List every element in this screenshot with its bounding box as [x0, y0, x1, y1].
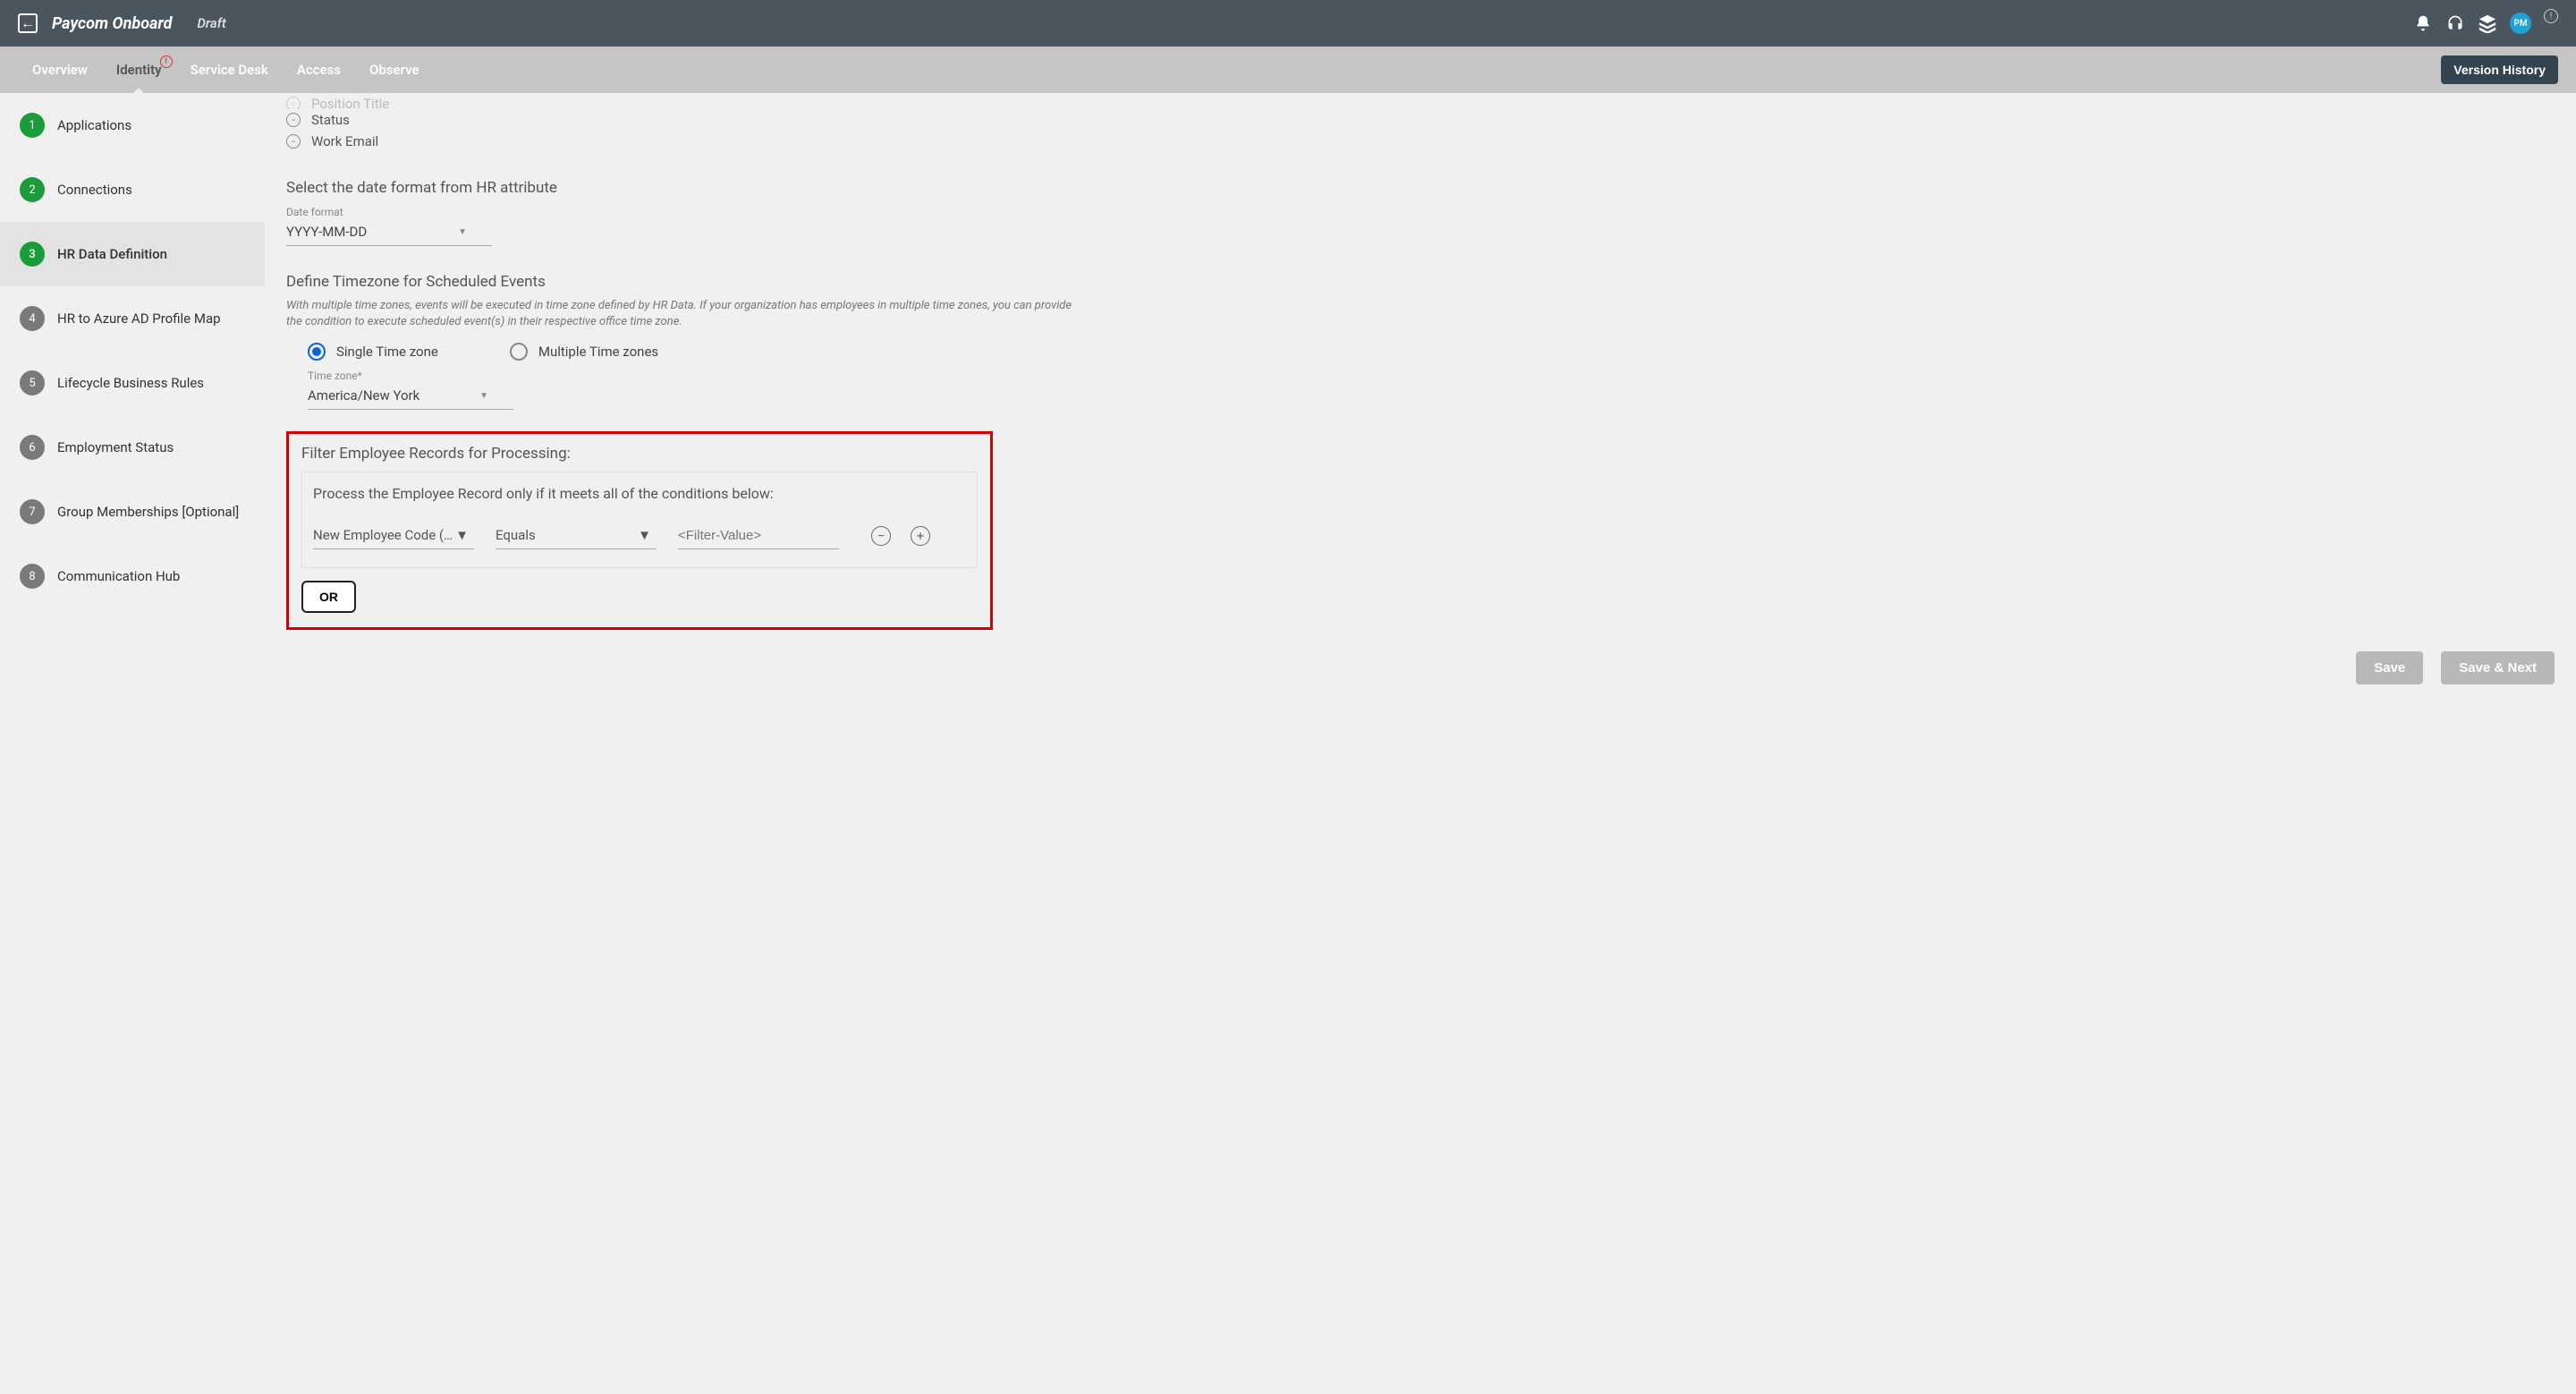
conditions-box: Process the Employee Record only if it m… [301, 472, 978, 568]
attr-row: − Status [286, 109, 2555, 131]
date-format-label: Date format [286, 206, 2555, 218]
condition-attribute-value: New Employee Code (… [313, 527, 453, 543]
remove-attr-icon[interactable]: − [286, 97, 301, 109]
sidebar-item-lifecycle-rules[interactable]: 5 Lifecycle Business Rules [0, 351, 265, 415]
step-label: HR Data Definition [57, 246, 167, 262]
add-condition-icon[interactable]: + [911, 526, 930, 546]
step-label: Communication Hub [57, 568, 180, 584]
tab-service-desk[interactable]: Service Desk [176, 47, 283, 93]
tab-access[interactable]: Access [283, 47, 355, 93]
app-title: Paycom Onboard [52, 14, 172, 33]
condition-operator-select[interactable]: Equals ▼ [496, 523, 657, 549]
content-area: − Position Title − Status − Work Email S… [265, 93, 2576, 1394]
sidebar-item-hr-data-definition[interactable]: 3 HR Data Definition [0, 222, 265, 286]
info-icon[interactable]: ! [2544, 9, 2558, 23]
back-icon[interactable]: ← [18, 13, 38, 33]
step-number: 8 [20, 564, 45, 589]
sidebar-item-connections[interactable]: 2 Connections [0, 157, 265, 222]
app-header: ← Paycom Onboard Draft PM ! [0, 0, 2576, 47]
attr-row: − Work Email [286, 131, 2555, 152]
step-label: Connections [57, 182, 132, 198]
header-actions: PM ! [2413, 13, 2558, 34]
radio-icon [510, 343, 528, 361]
remove-condition-icon[interactable]: − [871, 526, 891, 546]
timezone-select[interactable]: America/New York ▼ [308, 384, 513, 410]
sidebar-item-communication-hub[interactable]: 8 Communication Hub [0, 544, 265, 608]
chevron-down-icon: ▼ [638, 527, 651, 543]
step-number: 1 [20, 113, 45, 138]
step-label: Applications [57, 117, 131, 133]
step-number: 3 [20, 242, 45, 267]
footer-actions: Save Save & Next [286, 646, 2555, 690]
step-number: 2 [20, 177, 45, 202]
step-number: 6 [20, 435, 45, 460]
version-history-button[interactable]: Version History [2441, 55, 2558, 84]
step-label: Employment Status [57, 439, 174, 455]
tab-overview[interactable]: Overview [18, 47, 102, 93]
step-number: 5 [20, 370, 45, 395]
radio-icon [308, 343, 326, 361]
attr-row: − Position Title [286, 93, 2555, 109]
radio-label: Multiple Time zones [538, 344, 658, 360]
save-next-button[interactable]: Save & Next [2441, 651, 2555, 684]
draft-status: Draft [197, 15, 225, 31]
condition-attribute-select[interactable]: New Employee Code (… ▼ [313, 523, 474, 549]
tabs-bar: Overview Identity ! Service Desk Access … [0, 47, 2576, 93]
sidebar-item-applications[interactable]: 1 Applications [0, 93, 265, 157]
attr-label: Status [311, 112, 350, 128]
remove-attr-icon[interactable]: − [286, 134, 301, 149]
condition-value-input[interactable] [678, 524, 839, 549]
timezone-title: Define Timezone for Scheduled Events [286, 273, 2555, 291]
chevron-down-icon: ▼ [458, 227, 467, 237]
step-label: Group Memberships [Optional] [57, 504, 239, 520]
step-label: HR to Azure AD Profile Map [57, 310, 221, 327]
chevron-down-icon: ▼ [479, 391, 488, 401]
condition-row: New Employee Code (… ▼ Equals ▼ − + [313, 523, 966, 549]
timezone-value: America/New York [308, 387, 419, 404]
attr-label: Position Title [311, 96, 389, 109]
step-number: 7 [20, 499, 45, 524]
timezone-desc: With multiple time zones, events will be… [286, 298, 1073, 330]
radio-label: Single Time zone [336, 344, 438, 360]
radio-multiple-timezones[interactable]: Multiple Time zones [510, 343, 658, 361]
bell-icon[interactable] [2413, 13, 2433, 33]
date-format-title: Select the date format from HR attribute [286, 179, 2555, 197]
warning-icon: ! [160, 55, 173, 68]
tab-identity-label: Identity [116, 62, 162, 78]
radio-single-timezone[interactable]: Single Time zone [308, 343, 438, 361]
date-format-value: YYYY-MM-DD [286, 224, 367, 240]
conditions-instruction: Process the Employee Record only if it m… [313, 485, 966, 502]
condition-operator-value: Equals [496, 527, 536, 543]
sidebar-item-profile-map[interactable]: 4 HR to Azure AD Profile Map [0, 286, 265, 351]
tab-identity[interactable]: Identity ! [102, 47, 176, 93]
step-number: 4 [20, 306, 45, 331]
chevron-down-icon: ▼ [455, 527, 469, 543]
save-button[interactable]: Save [2356, 651, 2423, 684]
attr-label: Work Email [311, 133, 378, 149]
date-format-select[interactable]: YYYY-MM-DD ▼ [286, 220, 492, 246]
filter-section-highlight: Filter Employee Records for Processing: … [286, 431, 993, 630]
timezone-field-label: Time zone* [308, 370, 2555, 382]
stack-icon[interactable] [2478, 13, 2497, 33]
remove-attr-icon[interactable]: − [286, 113, 301, 127]
step-label: Lifecycle Business Rules [57, 375, 204, 391]
timezone-radio-group: Single Time zone Multiple Time zones [308, 343, 2555, 361]
sidebar: 1 Applications 2 Connections 3 HR Data D… [0, 93, 265, 1394]
tab-observe[interactable]: Observe [355, 47, 434, 93]
headphones-icon[interactable] [2445, 13, 2465, 33]
sidebar-item-employment-status[interactable]: 6 Employment Status [0, 415, 265, 480]
or-button[interactable]: OR [301, 581, 356, 613]
sidebar-item-group-memberships[interactable]: 7 Group Memberships [Optional] [0, 480, 265, 544]
filter-title: Filter Employee Records for Processing: [301, 445, 978, 463]
avatar[interactable]: PM [2510, 13, 2531, 34]
